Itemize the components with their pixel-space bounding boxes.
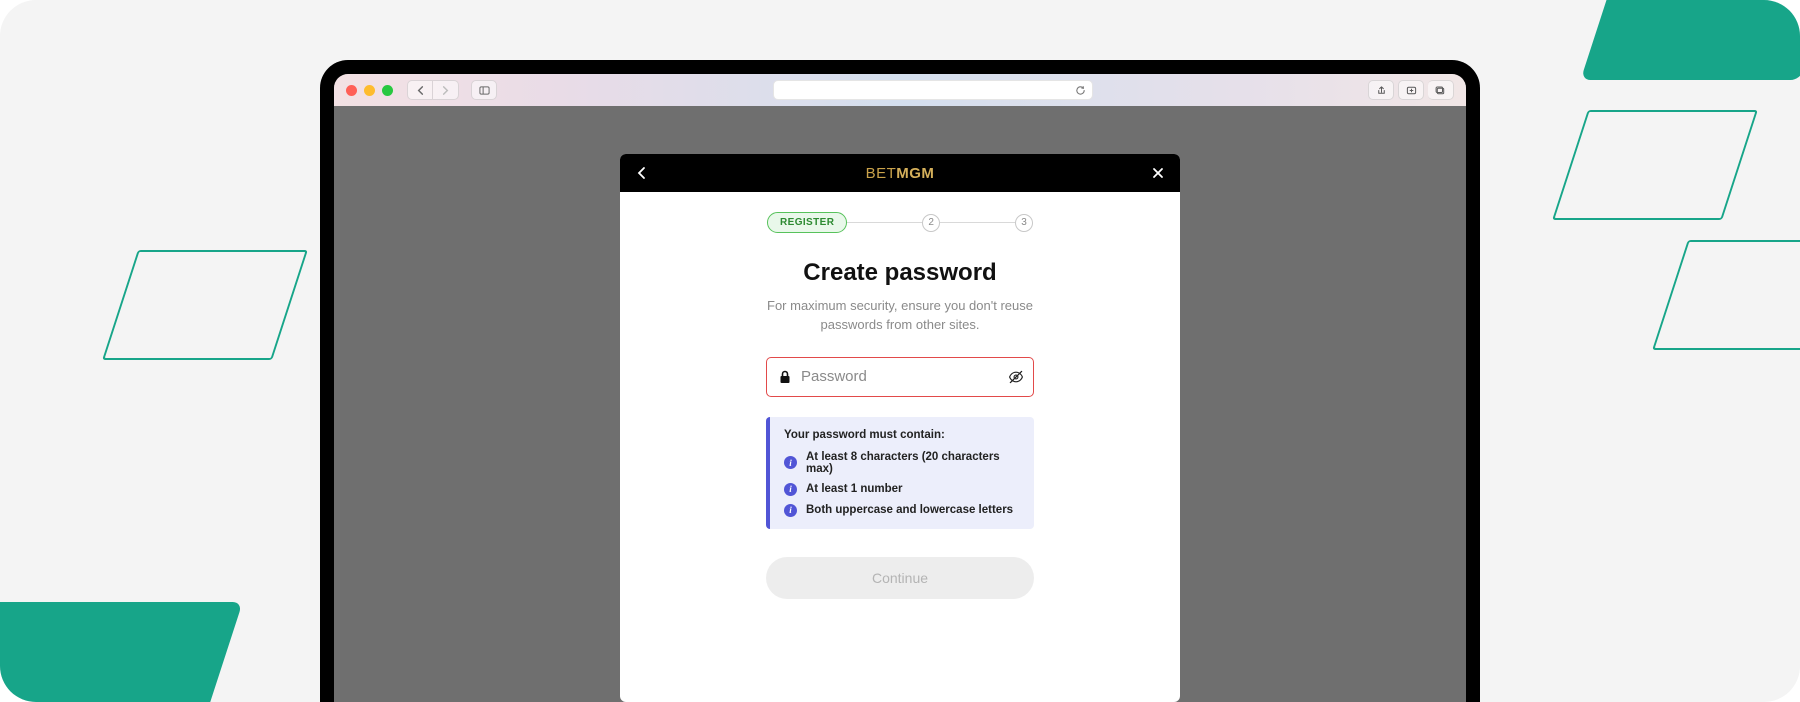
requirement-item: i At least 8 characters (20 characters m… (784, 451, 1020, 475)
page-background: BETMGM REGISTER 2 3 Create password (0, 0, 1800, 702)
share-button[interactable] (1368, 80, 1394, 100)
modal-header: BETMGM (620, 154, 1180, 192)
forward-button[interactable] (433, 80, 459, 100)
eye-off-icon[interactable] (1008, 369, 1024, 385)
requirement-text: At least 8 characters (20 characters max… (806, 451, 1020, 475)
tabs-icon (1435, 85, 1446, 96)
brand-logo: BETMGM (866, 165, 935, 182)
back-button[interactable] (407, 80, 433, 100)
plus-tab-icon (1406, 85, 1417, 96)
chevron-left-icon (415, 85, 426, 96)
info-icon: i (784, 483, 797, 496)
continue-button[interactable]: Continue (766, 557, 1034, 599)
requirement-item: i At least 1 number (784, 483, 1020, 496)
info-icon: i (784, 504, 797, 517)
step-2: 2 (922, 214, 940, 232)
info-icon: i (784, 456, 797, 469)
page-subtitle: For maximum security, ensure you don't r… (735, 297, 1065, 335)
back-icon[interactable] (634, 165, 650, 181)
step-current: REGISTER (767, 212, 847, 233)
url-bar[interactable] (773, 80, 1093, 100)
decorative-outline (1552, 110, 1758, 220)
chevron-right-icon (440, 85, 451, 96)
lock-icon (777, 369, 793, 385)
brand-part1: BET (866, 165, 897, 182)
requirements-heading: Your password must contain: (784, 429, 1020, 441)
laptop-screen: BETMGM REGISTER 2 3 Create password (334, 74, 1466, 702)
brand-part2: MGM (896, 165, 934, 182)
decorative-outline (1652, 240, 1800, 350)
requirement-text: Both uppercase and lowercase letters (806, 504, 1013, 516)
decorative-shape (0, 602, 243, 702)
decorative-outline (102, 250, 308, 360)
modal-body: REGISTER 2 3 Create password For maximum… (620, 192, 1180, 631)
close-window-button[interactable] (346, 85, 357, 96)
step-3: 3 (1015, 214, 1033, 232)
password-requirements: Your password must contain: i At least 8… (766, 417, 1034, 529)
browser-viewport: BETMGM REGISTER 2 3 Create password (334, 106, 1466, 702)
minimize-window-button[interactable] (364, 85, 375, 96)
browser-chrome (334, 74, 1466, 106)
decorative-shape (1581, 0, 1800, 80)
sidebar-icon (479, 85, 490, 96)
step-connector (847, 222, 922, 223)
password-field-wrapper[interactable] (766, 357, 1034, 397)
close-icon[interactable] (1150, 165, 1166, 181)
sidebar-toggle-button[interactable] (471, 80, 497, 100)
step-connector (940, 222, 1015, 223)
tabs-button[interactable] (1428, 80, 1454, 100)
registration-modal: BETMGM REGISTER 2 3 Create password (620, 154, 1180, 702)
requirement-item: i Both uppercase and lowercase letters (784, 504, 1020, 517)
requirement-text: At least 1 number (806, 483, 903, 495)
new-tab-button[interactable] (1398, 80, 1424, 100)
progress-stepper: REGISTER 2 3 (767, 212, 1033, 233)
share-icon (1376, 85, 1387, 96)
maximize-window-button[interactable] (382, 85, 393, 96)
window-controls (346, 85, 393, 96)
password-input[interactable] (801, 368, 1000, 385)
reload-icon (1075, 85, 1086, 96)
page-title: Create password (803, 259, 996, 287)
laptop-frame: BETMGM REGISTER 2 3 Create password (320, 60, 1480, 702)
